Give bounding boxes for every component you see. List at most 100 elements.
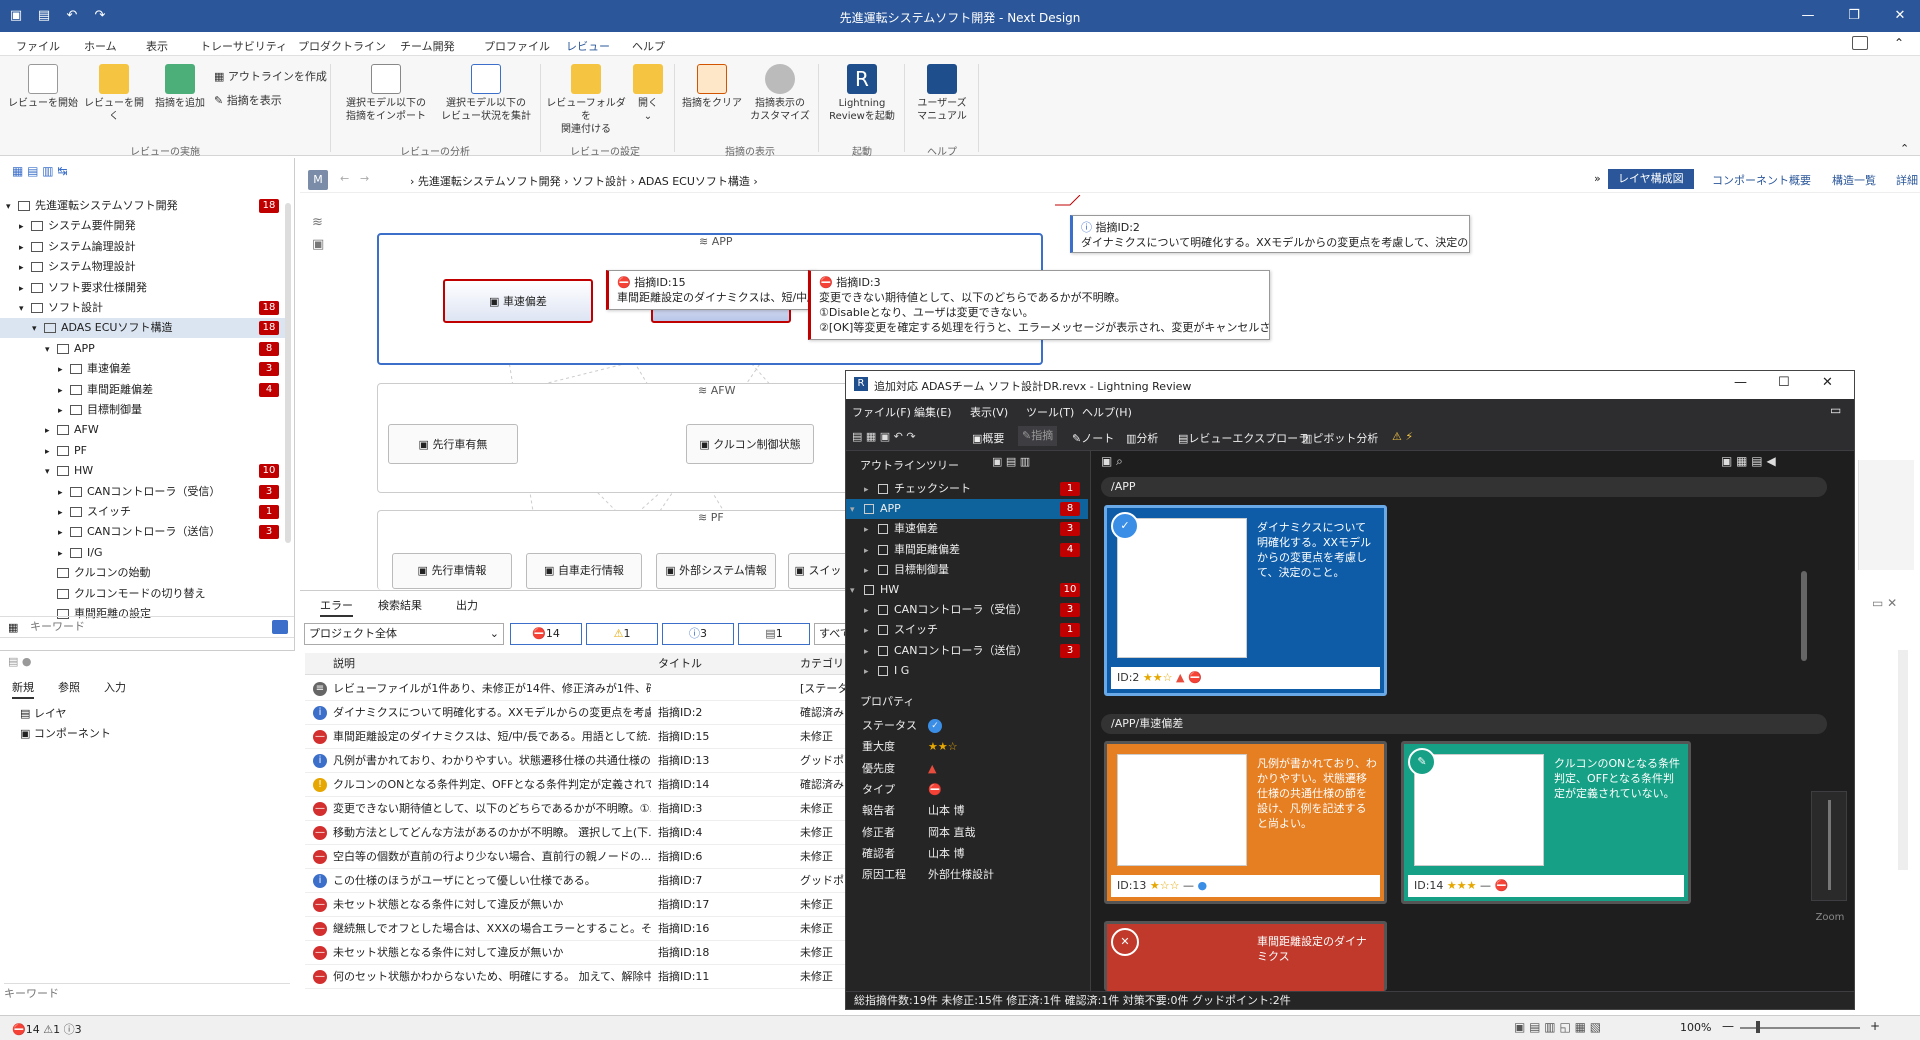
expand-arrow-icon[interactable]: ▸ (58, 503, 70, 523)
create-outline-button[interactable]: ▦ アウトラインを作成 (214, 68, 327, 84)
lr-view-tools[interactable]: ▣ ▦ ▤ ◀ (1721, 454, 1776, 468)
expand-arrow-icon[interactable]: ▸ (58, 523, 70, 543)
panel-float-icons[interactable]: ▭ ✕ (1872, 596, 1897, 610)
expand-arrow-icon[interactable]: ▸ (58, 483, 70, 503)
expand-arrow-icon[interactable]: ▸ (19, 238, 31, 258)
lr-tree-item[interactable]: ▸ I G (846, 661, 1088, 681)
component-external-system-info[interactable]: ▣ 外部システム情報 (656, 553, 776, 589)
zoom-in-icon[interactable]: + (1870, 1019, 1880, 1033)
tab-details[interactable]: 詳細 (1896, 172, 1918, 188)
clear-issues-button[interactable]: 指摘をクリア (680, 64, 744, 110)
menu-team[interactable]: チーム開発 (400, 38, 455, 54)
lr-tree-item[interactable]: ▸ CANコントローラ（受信） 3 (846, 600, 1088, 620)
expand-arrow-icon[interactable]: ▸ (864, 520, 878, 540)
error-row[interactable]: — 何のセット状態かわからないため、明確にする。 加えて、解除中... 指摘ID:1… (305, 965, 857, 989)
error-row[interactable]: — 未セット状態となる条件に対して違反が無いか 指摘ID:17 未修正 (305, 893, 857, 917)
expand-arrow-icon[interactable]: ▾ (850, 581, 864, 601)
lr-property-row[interactable]: 原因工程 外部仕様設計 (846, 862, 1081, 888)
minimize-icon[interactable]: — (1800, 8, 1816, 24)
lr-close-icon[interactable]: ✕ (1822, 375, 1833, 390)
issue-callout-15[interactable]: ⛔ 指摘ID:15 車間距離設定のダイナミクスは、短/中/ (606, 270, 816, 310)
tree-item[interactable]: ▸ 車速偏差 3 (0, 359, 285, 379)
error-row[interactable]: — 車間距離設定のダイナミクスは、短/中/長である。用語として統... 指摘ID:1… (305, 725, 857, 749)
palette-item-layer[interactable]: ▤ レイヤ (20, 705, 67, 721)
lr-tree-item[interactable]: ▸ CANコントローラ（送信） 3 (846, 641, 1088, 661)
expand-arrow-icon[interactable]: ▸ (864, 621, 878, 641)
error-row[interactable]: — 継続無しでオフとした場合は、XXXの場合エラーとすること。その際... 指摘ID… (305, 917, 857, 941)
scope-select[interactable]: プロジェクト全体 ⌄ (304, 623, 504, 645)
lr-tree-item[interactable]: ▸ チェックシート 1 (846, 479, 1088, 499)
tree-item[interactable]: ▾ 先進運転システムソフト開発 18 (0, 196, 285, 216)
status-counts[interactable]: ⛔14 ⚠1 ⓘ3 (12, 1021, 82, 1037)
menu-home[interactable]: ホーム (84, 38, 117, 54)
menu-view[interactable]: 表示 (146, 38, 168, 54)
tab-output[interactable]: 出力 (456, 597, 478, 613)
aggregate-review-button[interactable]: 選択モデル以下の レビュー状況を集計 (436, 64, 536, 123)
component-own-vehicle-info[interactable]: ▣ 自車走行情報 (526, 553, 642, 589)
tab-component-overview[interactable]: コンポーネント概要 (1712, 172, 1811, 188)
component-leading-vehicle-info[interactable]: ▣ 先行車情報 (392, 553, 512, 589)
issue-callout-2[interactable]: ⓘ 指摘ID:2 ダイナミクスについて明確化する。XXモデルからの変更点を考慮し… (1070, 215, 1470, 253)
issue-card[interactable]: 凡例が書かれており、わかりやすい。状態遷移仕様の共通仕様の節を設け、凡例を記述す… (1104, 741, 1387, 904)
launch-lightning-review-button[interactable]: R Lightning Reviewを起動 (824, 64, 900, 123)
error-row[interactable]: — 空白等の個数が直前の行より少ない場合、直前行の親ノードの... 指摘ID:6 未修… (305, 845, 857, 869)
ribbon-pin-icon[interactable]: ⌃ (1900, 142, 1909, 155)
tree-item[interactable]: ▾ HW 10 (0, 461, 285, 481)
doc-count-toggle[interactable]: ▤1 (738, 623, 810, 645)
error-row[interactable]: i この仕様のほうがユーザにとって優しい仕様である。 指摘ID:7 グッドポイ (305, 869, 857, 893)
lr-comment-icon[interactable]: ▭ (1830, 403, 1841, 417)
tree-item[interactable]: ▸ スイッチ 1 (0, 502, 285, 522)
tab-errors[interactable]: エラー (320, 597, 353, 617)
expand-arrow-icon[interactable]: ▸ (58, 544, 70, 564)
lr-outline-tools[interactable]: ▣ ▤ ▥ (992, 455, 1030, 468)
menu-review[interactable]: レビュー (566, 38, 610, 58)
lr-tool-analysis[interactable]: ▥分析 (1126, 430, 1158, 446)
lr-tool-pivot[interactable]: ▥ピボット分析 (1302, 430, 1378, 446)
customize-issues-button[interactable]: 指摘表示の カスタマイズ (746, 64, 814, 123)
warning-count-toggle[interactable]: ⚠1 (586, 623, 658, 645)
import-issues-button[interactable]: 選択モデル以下の 指摘をインポート (340, 64, 432, 123)
expand-arrow-icon[interactable]: ▾ (45, 340, 57, 360)
model-icon[interactable]: M (308, 170, 328, 190)
menu-traceability[interactable]: トレーサビリティ (200, 38, 287, 54)
lr-tool-notes[interactable]: ✎ノート (1072, 430, 1114, 446)
lr-file-tools[interactable]: ▤ ▦ ▣ ↶ ↷ (852, 430, 916, 443)
expand-arrow-icon[interactable]: ▾ (32, 319, 44, 339)
tree-item[interactable]: ▸ CANコントローラ（送信） 3 (0, 522, 285, 542)
lr-tool-review-explorer[interactable]: ▤レビューエクスプローラ (1178, 430, 1309, 446)
lr-section-app-speed[interactable]: /APP/車速偏差 (1101, 714, 1827, 734)
tab-reference[interactable]: 参照 (58, 679, 80, 695)
menu-profile[interactable]: プロファイル (484, 38, 550, 54)
menu-file[interactable]: ファイル (16, 38, 60, 54)
tree-item[interactable]: ▸ 目標制御量 (0, 400, 285, 420)
component-leading-vehicle[interactable]: ▣ 先行車有無 (388, 424, 518, 464)
component-vehicle-speed-error[interactable]: ▣ 車速偏差 (443, 279, 593, 323)
tree-item[interactable]: クルコンモードの切り替え (0, 584, 285, 604)
col-description[interactable]: 説明 (333, 653, 355, 675)
expand-arrow-icon[interactable]: ▸ (58, 381, 70, 401)
issue-callout-3[interactable]: ⛔ 指摘ID:3 変更できない期待値として、以下のどちらであるかが不明瞭。 ①D… (808, 270, 1270, 340)
restore-icon[interactable]: ❐ (1846, 8, 1862, 24)
tab-layer-diagram[interactable]: レイヤ構成図 (1608, 169, 1694, 189)
zoom-thumb[interactable] (1756, 1021, 1760, 1033)
lr-maximize-icon[interactable]: ☐ (1778, 375, 1790, 390)
error-row[interactable]: i ダイナミクスについて明確化する。XXモデルからの変更点を考慮し... 指摘ID:… (305, 701, 857, 725)
lr-menu-help[interactable]: ヘルプ(H) (1082, 404, 1132, 420)
error-row[interactable]: i 凡例が書かれており、わかりやすい。状態遷移仕様の共通仕様の... 指摘ID:13… (305, 749, 857, 773)
tree-item[interactable]: ▸ CANコントローラ（受信） 3 (0, 482, 285, 502)
tree-item[interactable]: ▸ システム物理設計 (0, 257, 285, 277)
info-count-toggle[interactable]: ⓘ3 (662, 623, 734, 645)
tree-scrollbar[interactable] (285, 203, 291, 543)
lr-tree-item[interactable]: ▸ 目標制御量 (846, 560, 1088, 580)
expand-arrow-icon[interactable]: ▸ (19, 258, 31, 278)
tree-item[interactable]: ▸ 車間距離偏差 4 (0, 380, 285, 400)
tree-item[interactable]: ▾ APP 8 (0, 339, 285, 359)
tree-item[interactable]: ▸ ソフト要求仕様開発 (0, 278, 285, 298)
lr-menu-file[interactable]: ファイル(F) (852, 404, 911, 420)
breadcrumb-path[interactable]: › 先進運転システムソフト開発 › ソフト設計 › ADAS ECUソフト構造 … (410, 173, 758, 189)
lr-section-app[interactable]: /APP (1101, 477, 1827, 497)
tree-item[interactable]: ▸ AFW (0, 420, 285, 440)
forward-icon[interactable]: → (360, 172, 369, 185)
col-category[interactable]: カテゴリ (800, 653, 844, 675)
tree-item[interactable]: ▸ システム論理設計 (0, 237, 285, 257)
